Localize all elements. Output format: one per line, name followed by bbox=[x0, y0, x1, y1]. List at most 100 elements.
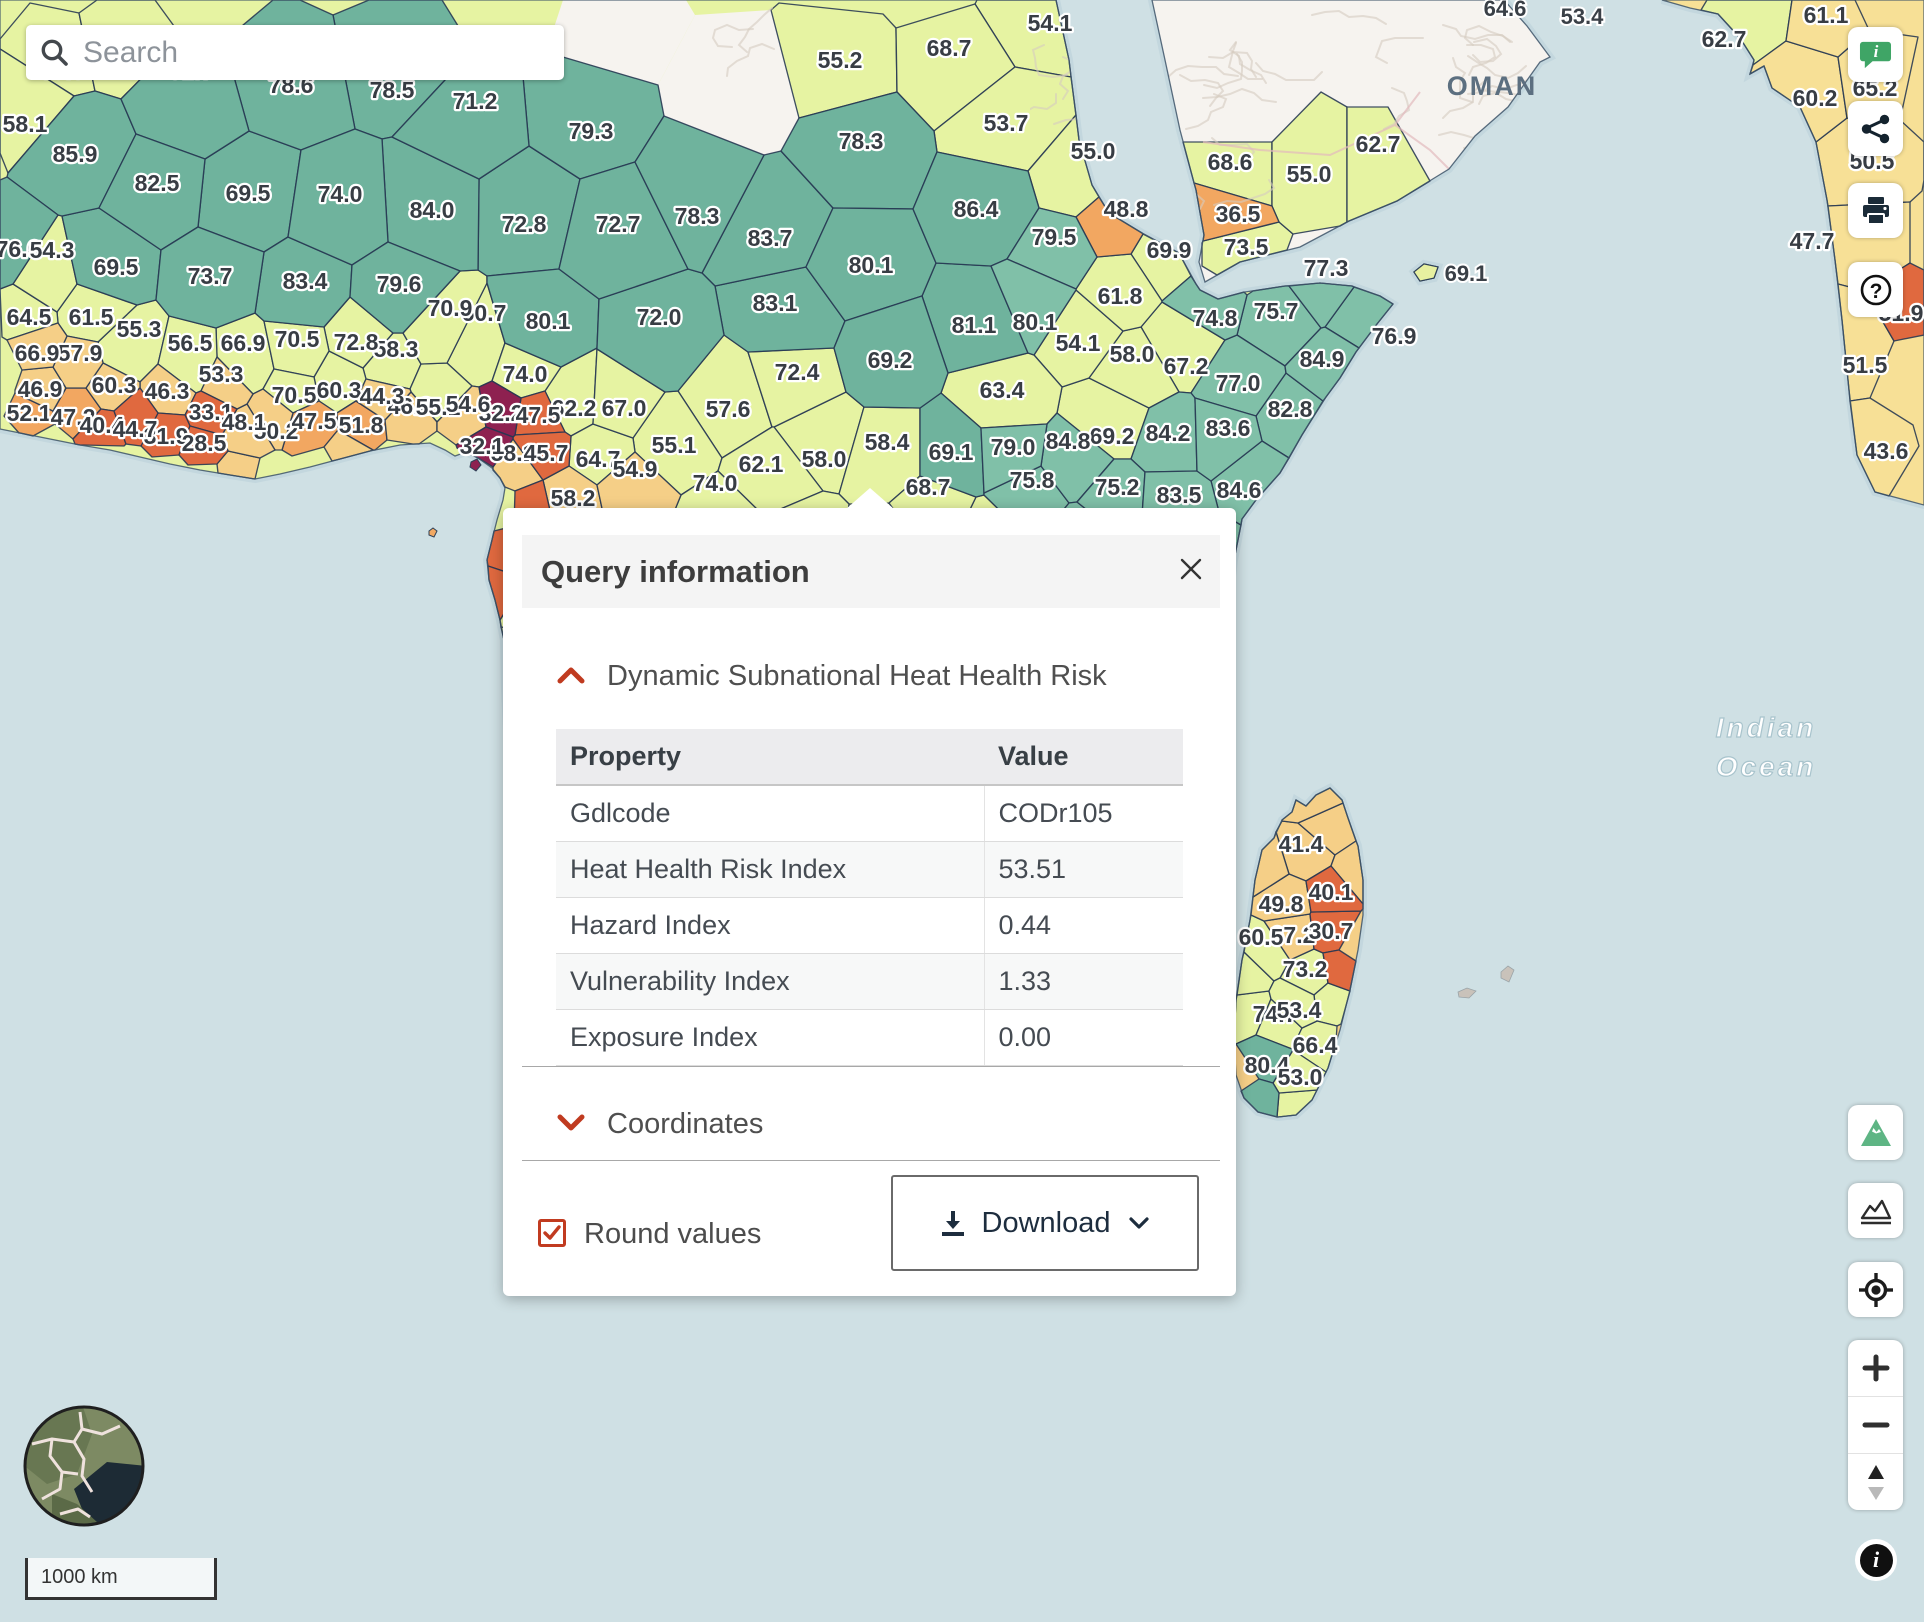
svg-text:58.4: 58.4 bbox=[865, 429, 910, 455]
svg-text:57.6: 57.6 bbox=[706, 396, 751, 422]
svg-text:55.0: 55.0 bbox=[1071, 138, 1116, 164]
svg-text:77.3: 77.3 bbox=[1304, 255, 1349, 281]
svg-text:67.2: 67.2 bbox=[1164, 353, 1209, 379]
svg-text:61.8: 61.8 bbox=[1098, 283, 1143, 309]
svg-text:54.1: 54.1 bbox=[1056, 330, 1101, 356]
svg-text:55.2: 55.2 bbox=[818, 47, 863, 73]
svg-text:69.1: 69.1 bbox=[1445, 261, 1488, 286]
svg-text:?: ? bbox=[1869, 280, 1882, 303]
svg-text:49.8: 49.8 bbox=[1259, 891, 1304, 917]
svg-text:86.4: 86.4 bbox=[954, 196, 999, 222]
svg-text:55.3: 55.3 bbox=[117, 316, 162, 342]
svg-text:44.3: 44.3 bbox=[360, 383, 405, 409]
svg-text:48.1: 48.1 bbox=[222, 409, 267, 435]
svg-text:71.2: 71.2 bbox=[453, 88, 498, 114]
svg-text:OMAN: OMAN bbox=[1447, 71, 1538, 101]
svg-text:54.6: 54.6 bbox=[446, 391, 491, 417]
svg-text:51.5: 51.5 bbox=[1843, 352, 1888, 378]
svg-text:30.7: 30.7 bbox=[1309, 918, 1354, 944]
svg-text:75.8: 75.8 bbox=[1010, 467, 1055, 493]
svg-text:72.8: 72.8 bbox=[502, 211, 547, 237]
svg-text:55.0: 55.0 bbox=[1287, 161, 1332, 187]
svg-text:47.7: 47.7 bbox=[1790, 228, 1835, 254]
svg-text:85.9: 85.9 bbox=[53, 141, 98, 167]
svg-text:72.0: 72.0 bbox=[637, 304, 682, 330]
svg-text:55.1: 55.1 bbox=[652, 432, 697, 458]
svg-text:53.7: 53.7 bbox=[984, 110, 1029, 136]
svg-text:72.7: 72.7 bbox=[596, 211, 641, 237]
svg-text:75.7: 75.7 bbox=[1254, 298, 1299, 324]
svg-text:75.2: 75.2 bbox=[1095, 474, 1140, 500]
svg-text:68.7: 68.7 bbox=[906, 474, 951, 500]
svg-text:62.7: 62.7 bbox=[1702, 26, 1747, 52]
svg-text:58.3: 58.3 bbox=[374, 336, 419, 362]
svg-text:83.6: 83.6 bbox=[1206, 415, 1251, 441]
svg-text:58.0: 58.0 bbox=[802, 446, 847, 472]
svg-text:73.7: 73.7 bbox=[188, 263, 233, 289]
svg-text:73.5: 73.5 bbox=[1224, 234, 1269, 260]
svg-text:47.5: 47.5 bbox=[292, 408, 337, 434]
svg-text:69.5: 69.5 bbox=[94, 254, 139, 280]
svg-text:66.9: 66.9 bbox=[221, 330, 266, 356]
svg-text:77.0: 77.0 bbox=[1216, 370, 1261, 396]
svg-text:54.9: 54.9 bbox=[613, 456, 658, 482]
svg-text:60.2: 60.2 bbox=[1793, 85, 1838, 111]
svg-text:64.5: 64.5 bbox=[7, 304, 52, 330]
svg-text:76.9: 76.9 bbox=[1372, 323, 1417, 349]
svg-text:46.9: 46.9 bbox=[18, 376, 63, 402]
svg-text:80.1: 80.1 bbox=[1013, 309, 1058, 335]
svg-text:82.8: 82.8 bbox=[1268, 396, 1313, 422]
svg-text:73.2: 73.2 bbox=[1283, 956, 1328, 982]
svg-text:45.7: 45.7 bbox=[524, 440, 569, 466]
svg-text:60.5: 60.5 bbox=[1239, 924, 1284, 950]
svg-text:70.5: 70.5 bbox=[275, 326, 320, 352]
svg-text:43.6: 43.6 bbox=[1864, 438, 1909, 464]
svg-text:62.1: 62.1 bbox=[739, 451, 784, 477]
svg-text:60.3: 60.3 bbox=[92, 372, 137, 398]
svg-text:84.2: 84.2 bbox=[1146, 420, 1191, 446]
svg-text:72.4: 72.4 bbox=[775, 359, 820, 385]
svg-text:52.1: 52.1 bbox=[7, 400, 52, 426]
svg-text:61.5: 61.5 bbox=[69, 304, 114, 330]
svg-text:80.1: 80.1 bbox=[526, 308, 571, 334]
svg-text:28.5: 28.5 bbox=[182, 430, 227, 456]
svg-text:79.3: 79.3 bbox=[569, 118, 614, 144]
svg-text:48.8: 48.8 bbox=[1104, 196, 1149, 222]
svg-text:36.5: 36.5 bbox=[1216, 201, 1261, 227]
svg-text:80.1: 80.1 bbox=[849, 252, 894, 278]
svg-text:74.0: 74.0 bbox=[503, 361, 548, 387]
svg-text:68.6: 68.6 bbox=[1208, 149, 1253, 175]
svg-text:78.3: 78.3 bbox=[839, 128, 884, 154]
svg-text:74.0: 74.0 bbox=[318, 181, 363, 207]
svg-text:69.2: 69.2 bbox=[868, 347, 913, 373]
svg-text:72.8: 72.8 bbox=[334, 329, 379, 355]
svg-text:56.5: 56.5 bbox=[168, 330, 213, 356]
svg-text:64.6: 64.6 bbox=[1484, 0, 1527, 21]
svg-text:51.8: 51.8 bbox=[339, 412, 384, 438]
svg-text:41.4: 41.4 bbox=[1279, 831, 1324, 857]
svg-text:40.1: 40.1 bbox=[1309, 879, 1354, 905]
svg-text:60.3: 60.3 bbox=[317, 377, 362, 403]
svg-text:83.7: 83.7 bbox=[748, 225, 793, 251]
svg-text:54.1: 54.1 bbox=[1028, 10, 1073, 36]
svg-text:79.6: 79.6 bbox=[377, 271, 422, 297]
svg-text:83.1: 83.1 bbox=[753, 290, 798, 316]
svg-text:53.0: 53.0 bbox=[1278, 1064, 1323, 1090]
svg-text:46.3: 46.3 bbox=[145, 378, 190, 404]
svg-text:81.1: 81.1 bbox=[952, 312, 997, 338]
svg-text:67.0: 67.0 bbox=[602, 395, 647, 421]
svg-text:84.6: 84.6 bbox=[1217, 477, 1262, 503]
svg-text:83.4: 83.4 bbox=[283, 268, 328, 294]
svg-text:70.5: 70.5 bbox=[272, 382, 317, 408]
svg-text:78.3: 78.3 bbox=[675, 203, 720, 229]
svg-text:79.0: 79.0 bbox=[991, 434, 1036, 460]
svg-text:84.9: 84.9 bbox=[1300, 346, 1345, 372]
svg-text:69.1: 69.1 bbox=[929, 439, 974, 465]
svg-text:78.5: 78.5 bbox=[370, 77, 415, 103]
svg-text:69.9: 69.9 bbox=[1147, 237, 1192, 263]
svg-text:Indian: Indian bbox=[1716, 712, 1816, 743]
svg-text:53.4: 53.4 bbox=[1277, 997, 1322, 1023]
svg-text:62.7: 62.7 bbox=[1356, 131, 1401, 157]
svg-text:57.9: 57.9 bbox=[58, 340, 103, 366]
svg-text:69.5: 69.5 bbox=[226, 180, 271, 206]
